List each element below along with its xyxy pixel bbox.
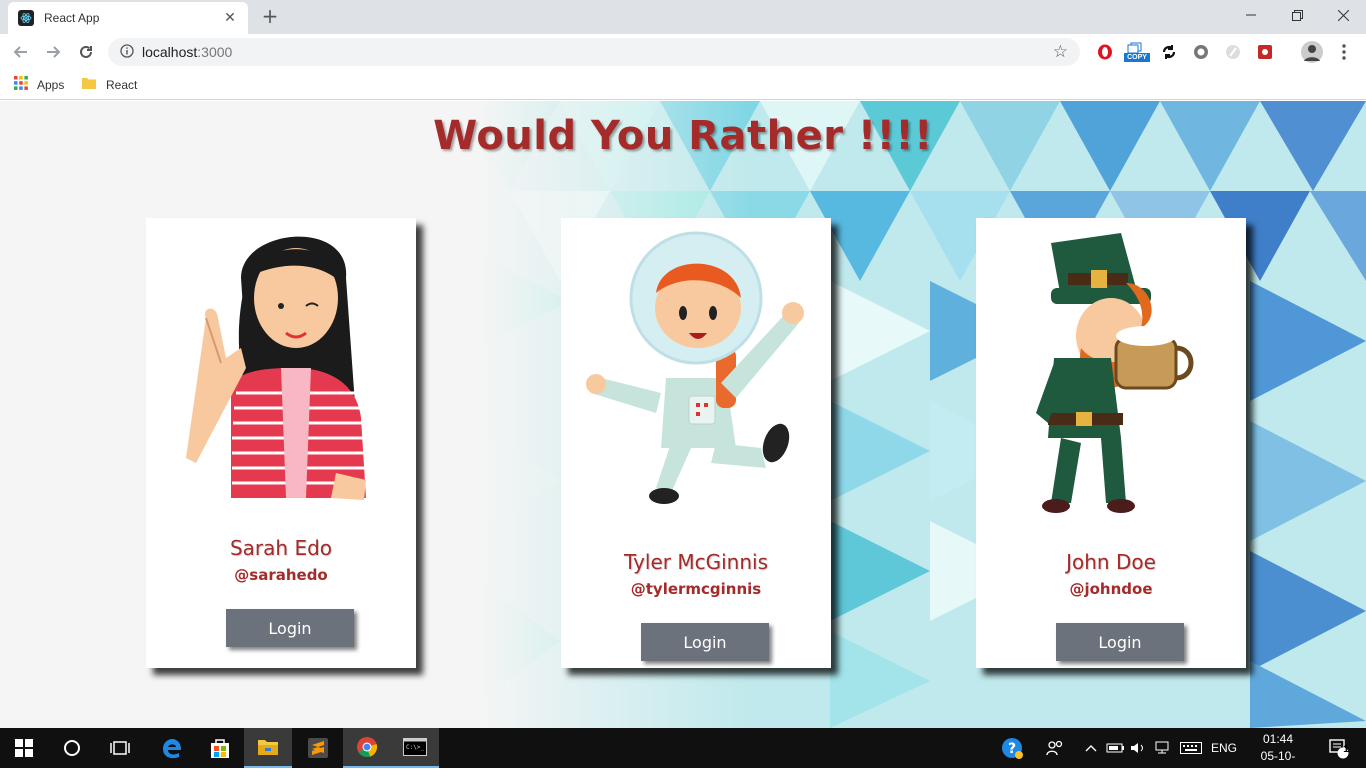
browser-tab-bar: React App ✕ + — [0, 0, 1366, 34]
user-name: Tyler McGinnis — [623, 550, 768, 574]
restore-button[interactable] — [1274, 0, 1320, 30]
bookmark-apps-label: Apps — [37, 77, 65, 92]
react-favicon-icon — [18, 10, 34, 26]
feather-extension-icon[interactable] — [1223, 42, 1243, 62]
back-arrow-icon[interactable] — [10, 41, 32, 63]
reload-icon[interactable] — [75, 41, 97, 63]
chevron-up-icon[interactable] — [1082, 728, 1100, 768]
bookmark-react-folder[interactable]: React — [82, 76, 137, 93]
new-tab-button[interactable]: + — [260, 6, 280, 26]
copy-badge: COPY — [1127, 54, 1147, 61]
help-icon[interactable]: ? — [998, 728, 1026, 768]
forward-arrow-icon[interactable] — [42, 41, 64, 63]
minimize-button[interactable] — [1228, 0, 1274, 30]
windows-taskbar: C:\>_ ? ENG 01:44 05-10-2018 1 — [0, 728, 1366, 780]
copy-extension-icon[interactable]: COPY — [1124, 42, 1150, 62]
user-name: Sarah Edo — [229, 536, 333, 560]
clock-time: 01:44 — [1262, 732, 1294, 746]
svg-text:?: ? — [1008, 741, 1016, 757]
user-card-sarah: Sarah Edo @sarahedo Login — [146, 218, 416, 668]
windows-start-icon[interactable] — [0, 728, 48, 768]
tab-close-icon[interactable]: ✕ — [222, 10, 238, 26]
puzzle-extension-icon[interactable] — [1255, 42, 1275, 62]
terminal-icon[interactable]: C:\>_ — [391, 728, 439, 768]
store-icon[interactable] — [196, 728, 244, 768]
page-content: Would You Rather !!!! Sarah Edo @sarahed… — [0, 101, 1366, 728]
file-explorer-icon[interactable] — [244, 728, 292, 768]
bookmark-star-icon[interactable]: ☆ — [1053, 42, 1068, 62]
battery-icon[interactable] — [1104, 728, 1128, 768]
address-bar[interactable]: localhost:3000 ☆ — [108, 38, 1080, 66]
close-window-button[interactable] — [1320, 0, 1366, 30]
leprechaun-avatar — [1036, 233, 1194, 513]
user-name: John Doe — [1066, 550, 1156, 574]
info-icon[interactable] — [120, 43, 134, 62]
browser-toolbar: localhost:3000 ☆ COPY — [0, 34, 1366, 70]
task-view-icon[interactable] — [96, 728, 144, 768]
sublime-icon[interactable] — [294, 728, 342, 768]
menu-kebab-icon[interactable] — [1334, 42, 1354, 62]
user-handle: @johndoe — [1069, 580, 1153, 598]
folder-icon — [82, 76, 96, 93]
people-icon[interactable] — [1042, 728, 1068, 768]
girl-avatar — [186, 236, 366, 500]
user-handle: @sarahedo — [234, 566, 328, 584]
opera-icon[interactable] — [1095, 42, 1115, 62]
bookmark-apps[interactable]: Apps — [14, 76, 64, 93]
notification-count: 1 — [1343, 744, 1349, 755]
astronaut-avatar — [586, 231, 804, 504]
page-title: Would You Rather !!!! — [433, 113, 933, 159]
svg-text:C:\>_: C:\>_ — [406, 744, 424, 751]
apps-grid-icon — [14, 76, 28, 93]
tab-react-app[interactable]: React App ✕ — [8, 2, 248, 34]
bookmarks-bar: Apps React — [0, 70, 1366, 100]
sync-icon[interactable] — [1159, 42, 1179, 62]
login-button[interactable]: Login — [641, 623, 769, 661]
address-text: localhost:3000 — [142, 44, 233, 60]
bookmark-react-label: React — [106, 77, 138, 92]
language-indicator[interactable]: ENG — [1208, 728, 1240, 768]
user-card-tyler: Tyler McGinnis @tylermcginnis Login — [561, 218, 831, 668]
chrome-icon[interactable] — [343, 728, 391, 768]
edge-icon[interactable] — [148, 728, 196, 768]
circle-extension-icon[interactable] — [1191, 42, 1211, 62]
profile-avatar-icon[interactable] — [1301, 41, 1323, 63]
system-clock[interactable]: 01:44 05-10-2018 — [1248, 731, 1308, 782]
user-handle: @tylermcginnis — [630, 580, 762, 598]
cortana-icon[interactable] — [48, 728, 96, 768]
login-button[interactable]: Login — [1056, 623, 1184, 661]
user-card-john: John Doe @johndoe Login — [976, 218, 1246, 668]
keyboard-icon[interactable] — [1178, 728, 1204, 768]
volume-icon[interactable] — [1128, 728, 1148, 768]
login-button[interactable]: Login — [226, 609, 354, 647]
notification-center-icon[interactable]: 1 — [1318, 728, 1358, 768]
network-icon[interactable] — [1152, 728, 1174, 768]
tab-title: React App — [44, 11, 100, 25]
clock-date: 05-10-2018 — [1260, 749, 1296, 780]
